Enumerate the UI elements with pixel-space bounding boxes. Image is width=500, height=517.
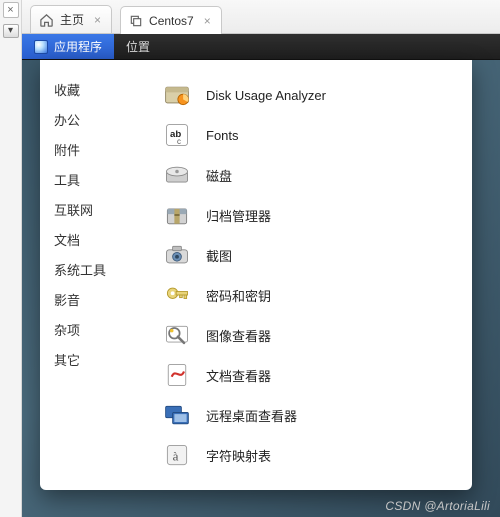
applications-menu-popup: 收藏 办公 附件 工具 互联网 文档 系统工具 影音 杂项 其它 Disk Us… — [40, 60, 472, 490]
archive-manager-icon — [162, 200, 192, 230]
vm-icon — [129, 14, 143, 28]
gnome-top-bar: 应用程序 位置 — [22, 34, 500, 60]
svg-text:c: c — [177, 137, 181, 146]
menu-category[interactable]: 系统工具 — [54, 260, 142, 279]
app-label: 文档查看器 — [206, 366, 271, 385]
places-menu-button[interactable]: 位置 — [114, 34, 162, 59]
app-label: 截图 — [206, 246, 232, 265]
places-label: 位置 — [126, 38, 150, 55]
tab-bar: 主页 × Centos7 × — [22, 0, 500, 34]
app-label: 磁盘 — [206, 166, 232, 185]
app-remote-desktop-viewer[interactable]: 远程桌面查看器 — [162, 396, 460, 434]
menu-category[interactable]: 互联网 — [54, 200, 142, 219]
menu-category[interactable]: 工具 — [54, 170, 142, 189]
tab-label: 主页 — [60, 11, 84, 28]
app-label: 图像查看器 — [206, 326, 271, 345]
vm-desktop: 应用程序 位置 收藏 办公 附件 工具 互联网 文档 系统工具 影音 杂项 其 — [22, 34, 500, 517]
app-archive-manager[interactable]: 归档管理器 — [162, 196, 460, 234]
app-label: 密码和密钥 — [206, 286, 271, 305]
app-disks[interactable]: 磁盘 — [162, 156, 460, 194]
fonts-icon: abc — [162, 120, 192, 150]
applications-label: 应用程序 — [54, 38, 102, 55]
home-icon — [39, 13, 54, 27]
app-screenshot[interactable]: 截图 — [162, 236, 460, 274]
menu-category[interactable]: 文档 — [54, 230, 142, 249]
document-viewer-icon — [162, 360, 192, 390]
menu-category[interactable]: 影音 — [54, 290, 142, 309]
tab-home[interactable]: 主页 × — [30, 5, 112, 33]
menu-category[interactable]: 附件 — [54, 140, 142, 159]
app-label: 归档管理器 — [206, 206, 271, 225]
tab-centos7[interactable]: Centos7 × — [120, 6, 222, 34]
app-fonts[interactable]: abc Fonts — [162, 116, 460, 154]
app-label: Fonts — [206, 128, 239, 143]
applications-menu-button[interactable]: 应用程序 — [22, 34, 114, 59]
close-icon[interactable]: × — [94, 13, 101, 27]
disk-usage-analyzer-icon — [162, 80, 192, 110]
character-map-icon: à — [162, 440, 192, 470]
applications-icon — [34, 40, 48, 54]
app-label: 远程桌面查看器 — [206, 406, 297, 425]
app-image-viewer[interactable]: 图像查看器 — [162, 316, 460, 354]
menu-categories: 收藏 办公 附件 工具 互联网 文档 系统工具 影音 杂项 其它 — [54, 76, 142, 482]
menu-app-list: Disk Usage Analyzer abc Fonts 磁盘 归档管理器 — [142, 76, 460, 482]
screenshot-icon — [162, 240, 192, 270]
close-icon[interactable]: × — [3, 2, 19, 18]
remote-desktop-viewer-icon — [162, 400, 192, 430]
watermark: CSDN @ArtoriaLili — [385, 499, 490, 513]
close-icon[interactable]: × — [204, 14, 211, 28]
menu-category[interactable]: 杂项 — [54, 320, 142, 339]
app-label: Disk Usage Analyzer — [206, 88, 326, 103]
tab-label: Centos7 — [149, 14, 194, 28]
app-label: 字符映射表 — [206, 446, 271, 465]
svg-text:à: à — [173, 448, 179, 463]
editor-gutter: × ▾ — [0, 0, 22, 517]
app-disk-usage-analyzer[interactable]: Disk Usage Analyzer — [162, 76, 460, 114]
menu-category[interactable]: 收藏 — [54, 80, 142, 99]
menu-category[interactable]: 其它 — [54, 350, 142, 369]
app-character-map[interactable]: à 字符映射表 — [162, 436, 460, 474]
chevron-down-icon[interactable]: ▾ — [3, 24, 19, 38]
app-document-viewer[interactable]: 文档查看器 — [162, 356, 460, 394]
image-viewer-icon — [162, 320, 192, 350]
passwords-keys-icon — [162, 280, 192, 310]
menu-category[interactable]: 办公 — [54, 110, 142, 129]
disks-icon — [162, 160, 192, 190]
app-passwords-keys[interactable]: 密码和密钥 — [162, 276, 460, 314]
